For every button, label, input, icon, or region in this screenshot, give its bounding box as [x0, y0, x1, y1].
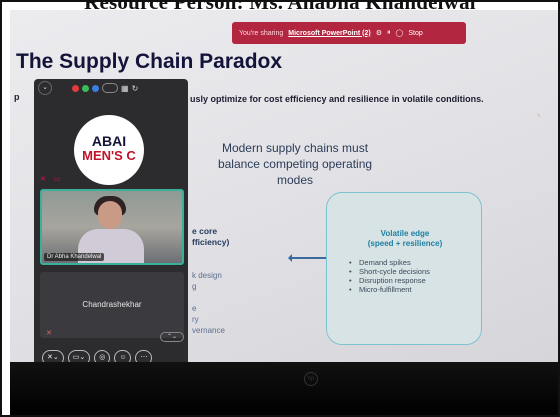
panel-toolbar: ⌄ ▦ ↻ — [34, 79, 188, 97]
screenshot-frame: You're sharing Microsoft PowerPoint (2) … — [0, 0, 560, 417]
stop-icon[interactable]: ◯ — [396, 29, 404, 37]
volatile-title-line2: (speed + resilience) — [367, 239, 443, 248]
refresh-icon[interactable]: ↻ — [132, 84, 139, 93]
meeting-participants-panel: ⌄ ▦ ↻ ABAI MEN'S C ✕ ▭ Dr Abha Khandelwa… — [34, 79, 188, 385]
watermark: ⌁ — [533, 109, 545, 121]
participant-video-tile[interactable]: Dr Abha Khandelwal — [40, 189, 184, 265]
collapse-chevron-icon[interactable]: ⌄ — [38, 81, 52, 95]
screen-share-bar: You're sharing Microsoft PowerPoint (2) … — [232, 22, 466, 44]
caption-text: Resource Person: Ms. Anabha Khandelwal — [84, 0, 476, 14]
shared-app-link[interactable]: Microsoft PowerPoint (2) — [288, 30, 370, 37]
volatile-item: Micro-fulfillment — [339, 285, 471, 294]
subtitle-text: usly optimize for cost efficiency and re… — [190, 94, 484, 104]
core-heading: e core fficiency) — [192, 226, 229, 248]
view-toggle-icon[interactable] — [102, 83, 118, 93]
logo-line2: MEN'S C — [82, 148, 136, 163]
core-heading-line2: fficiency) — [192, 237, 230, 247]
organization-logo: ABAI MEN'S C — [74, 115, 144, 185]
share-prefix: You're sharing — [239, 29, 284, 37]
volatile-edge-box: Volatile edge (speed + resilience) Deman… — [326, 192, 482, 345]
grid-icon[interactable]: ▦ — [121, 84, 129, 93]
record-icon[interactable] — [72, 84, 79, 92]
share-settings-icon[interactable]: ⚙ — [376, 29, 382, 37]
presentation-slide: You're sharing Microsoft PowerPoint (2) … — [10, 10, 558, 385]
volatile-item: Short-cycle decisions — [339, 267, 471, 276]
core-item: ry — [192, 315, 199, 324]
center-statement: Modern supply chains must balance compet… — [217, 141, 373, 187]
volatile-title: Volatile edge (speed + resilience) — [339, 229, 471, 249]
volatile-list: Demand spikes Short-cycle decisions Disr… — [339, 258, 471, 294]
volatile-item: Demand spikes — [339, 258, 471, 267]
photo-of-screen: You're sharing Microsoft PowerPoint (2) … — [10, 10, 558, 415]
app-icon[interactable] — [92, 84, 99, 92]
logo-line1: ABAI — [91, 133, 127, 149]
participant-name-label: Dr Abha Khandelwal — [44, 253, 105, 261]
participant-face — [98, 201, 122, 229]
core-list: k design g e ry vernance — [192, 270, 225, 336]
core-heading-line1: e core — [192, 226, 218, 236]
volatile-item: Disruption response — [339, 276, 471, 285]
core-item: vernance — [192, 326, 225, 335]
double-arrow-icon — [288, 254, 330, 262]
status-icon[interactable] — [82, 84, 89, 92]
core-item: k design — [192, 271, 222, 280]
core-item — [192, 292, 225, 303]
core-item: e — [192, 304, 197, 313]
stable-core-box: e core fficiency) k design g e ry vernan… — [188, 186, 292, 338]
core-item: g — [192, 282, 197, 291]
hp-logo-icon: hp — [304, 372, 318, 386]
slide-title: The Supply Chain Paradox — [16, 50, 283, 73]
muted-mic-icon: ✕ ▭ — [40, 176, 64, 183]
scroll-participants-icon[interactable]: ⌃⌄ — [160, 332, 184, 342]
participant-name: Chandrashekhar — [82, 300, 142, 309]
stop-share-button[interactable]: Stop — [408, 30, 422, 37]
subtitle-prefix: p — [14, 92, 20, 102]
mic-muted-icon: ✕ — [46, 330, 52, 337]
pause-icon[interactable]: ⏸ — [387, 29, 391, 37]
laptop-bezel: hp — [10, 362, 558, 415]
volatile-title-line1: Volatile edge — [380, 229, 430, 238]
participant-tile[interactable]: Chandrashekhar ✕ ⌃⌄ — [40, 272, 184, 342]
